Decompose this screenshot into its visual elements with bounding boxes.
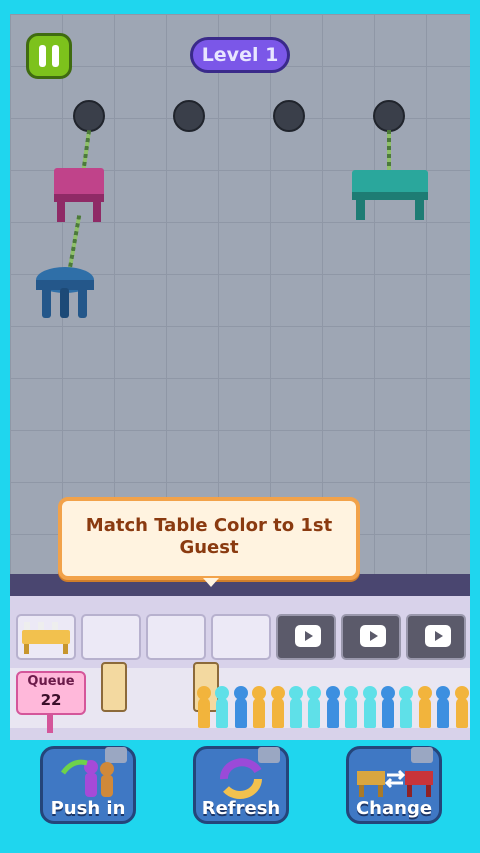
guest-cyan (362, 686, 378, 728)
locked-slot-video-2[interactable] (341, 614, 401, 660)
pause-icon (39, 45, 46, 67)
dock-slot-2[interactable] (81, 614, 141, 660)
long-table-icon (22, 622, 70, 654)
guest-orange (270, 686, 286, 728)
guest-blue (435, 686, 451, 728)
refresh-button[interactable]: Refresh (193, 746, 289, 824)
queue-count: 22 (40, 691, 62, 709)
guest-orange (251, 686, 267, 728)
push-in-icon (60, 759, 114, 797)
blue-stool[interactable] (34, 266, 96, 322)
guest-blue (380, 686, 396, 728)
dock-slot-4[interactable] (211, 614, 271, 660)
guest-orange (454, 686, 470, 728)
video-icon (425, 625, 451, 647)
change-button[interactable]: Change (346, 746, 442, 824)
guest-orange (196, 686, 212, 728)
change-icon (357, 769, 433, 797)
peg-1 (73, 100, 105, 132)
change-label: Change (355, 798, 433, 819)
peg-3 (273, 100, 305, 132)
rope (387, 130, 391, 172)
peg-2 (173, 100, 205, 132)
guest-blue (325, 686, 341, 728)
guest-cyan (398, 686, 414, 728)
tutorial-tooltip: Match Table Color to 1st Guest (58, 497, 360, 580)
push-in-label: Push in (50, 798, 126, 819)
guest-cyan (288, 686, 304, 728)
locked-slot-video-1[interactable] (276, 614, 336, 660)
guest-blue (233, 686, 249, 728)
refresh-icon (220, 758, 262, 799)
guest-cyan (214, 686, 230, 728)
guest-cyan (306, 686, 322, 728)
queue-counter: Queue 22 (16, 671, 86, 715)
dock-slot-1[interactable] (16, 614, 76, 660)
guest-orange (417, 686, 433, 728)
push-in-button[interactable]: Push in (40, 746, 136, 824)
tooltip-arrow (203, 578, 219, 587)
pause-button[interactable] (26, 33, 72, 79)
teal-table[interactable] (350, 170, 430, 222)
queue-label: Queue (27, 674, 75, 689)
entry-booth (101, 662, 127, 712)
peg-4 (373, 100, 405, 132)
guest-cyan (343, 686, 359, 728)
video-icon (360, 625, 386, 647)
queue-sign-post (47, 715, 53, 733)
video-icon (295, 625, 321, 647)
level-badge: Level 1 (190, 37, 290, 73)
dock-slot-3[interactable] (146, 614, 206, 660)
refresh-label: Refresh (201, 798, 281, 819)
locked-slot-video-3[interactable] (406, 614, 466, 660)
pause-icon-bar (52, 45, 59, 67)
pink-table[interactable] (52, 168, 106, 224)
